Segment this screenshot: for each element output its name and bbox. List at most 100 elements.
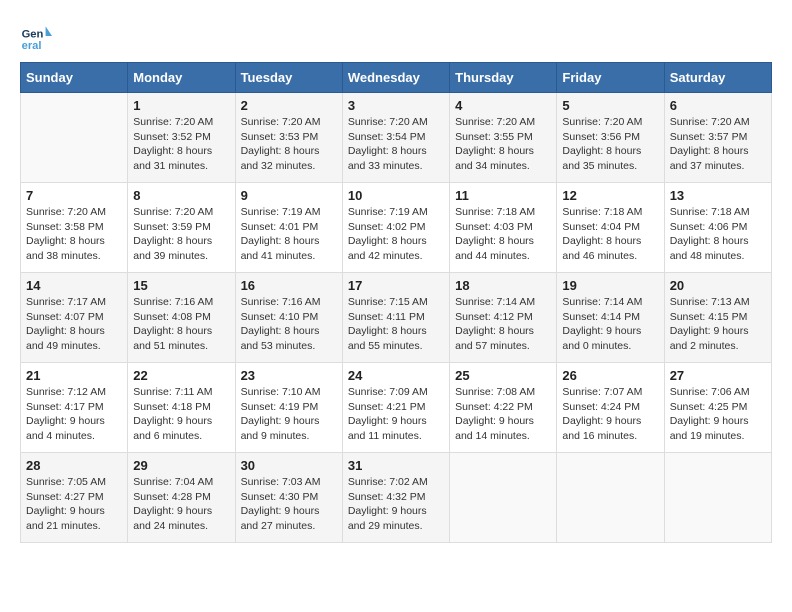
calendar-week-row: 28Sunrise: 7:05 AM Sunset: 4:27 PM Dayli…: [21, 453, 772, 543]
day-info: Sunrise: 7:20 AM Sunset: 3:57 PM Dayligh…: [670, 115, 766, 174]
day-info: Sunrise: 7:07 AM Sunset: 4:24 PM Dayligh…: [562, 385, 658, 444]
weekday-header-tuesday: Tuesday: [235, 63, 342, 93]
day-number: 30: [241, 458, 337, 473]
calendar-cell: 29Sunrise: 7:04 AM Sunset: 4:28 PM Dayli…: [128, 453, 235, 543]
day-number: 15: [133, 278, 229, 293]
day-number: 17: [348, 278, 444, 293]
calendar-week-row: 21 Sunrise: 7:12 AM Sunset: 4:17 PM Dayli…: [21, 363, 772, 453]
day-info: Sunrise: 7:12 AM Sunset: 4:17 PM Dayligh…: [26, 385, 122, 444]
calendar-cell: 5 Sunrise: 7:20 AM Sunset: 3:56 PM Daylig…: [557, 93, 664, 183]
day-number: 14: [26, 278, 122, 293]
day-number: 16: [241, 278, 337, 293]
day-info: Sunrise: 7:20 AM Sunset: 3:56 PM Dayligh…: [562, 115, 658, 174]
calendar-cell: 31 Sunrise: 7:02 AM Sunset: 4:32 PM Dayli…: [342, 453, 449, 543]
calendar-cell: 8 Sunrise: 7:20 AM Sunset: 3:59 PM Daylig…: [128, 183, 235, 273]
day-info: Sunrise: 7:19 AM Sunset: 4:02 PM Dayligh…: [348, 205, 444, 264]
logo: Gen eral: [20, 20, 54, 52]
day-number: 23: [241, 368, 337, 383]
day-info: Sunrise: 7:20 AM Sunset: 3:58 PM Dayligh…: [26, 205, 122, 264]
calendar-cell: 25 Sunrise: 7:08 AM Sunset: 4:22 PM Dayli…: [450, 363, 557, 453]
day-info: Sunrise: 7:02 AM Sunset: 4:32 PM Dayligh…: [348, 475, 444, 534]
day-number: 1: [133, 98, 229, 113]
day-number: 21: [26, 368, 122, 383]
calendar-cell: 1 Sunrise: 7:20 AM Sunset: 3:52 PM Daylig…: [128, 93, 235, 183]
day-number: 8: [133, 188, 229, 203]
weekday-header-saturday: Saturday: [664, 63, 771, 93]
calendar-cell: 16 Sunrise: 7:16 AM Sunset: 4:10 PM Dayli…: [235, 273, 342, 363]
calendar-cell: 11 Sunrise: 7:18 AM Sunset: 4:03 PM Dayli…: [450, 183, 557, 273]
day-info: Sunrise: 7:08 AM Sunset: 4:22 PM Dayligh…: [455, 385, 551, 444]
calendar-cell: 12 Sunrise: 7:18 AM Sunset: 4:04 PM Dayli…: [557, 183, 664, 273]
svg-text:Gen: Gen: [22, 29, 44, 41]
day-number: 10: [348, 188, 444, 203]
day-info: Sunrise: 7:18 AM Sunset: 4:03 PM Dayligh…: [455, 205, 551, 264]
day-number: 12: [562, 188, 658, 203]
calendar-cell: 24Sunrise: 7:09 AM Sunset: 4:21 PM Dayli…: [342, 363, 449, 453]
weekday-header-row: SundayMondayTuesdayWednesdayThursdayFrid…: [21, 63, 772, 93]
day-number: 31: [348, 458, 444, 473]
day-info: Sunrise: 7:20 AM Sunset: 3:55 PM Dayligh…: [455, 115, 551, 174]
calendar-cell: 17 Sunrise: 7:15 AM Sunset: 4:11 PM Dayli…: [342, 273, 449, 363]
day-info: Sunrise: 7:10 AM Sunset: 4:19 PM Dayligh…: [241, 385, 337, 444]
day-info: Sunrise: 7:06 AM Sunset: 4:25 PM Dayligh…: [670, 385, 766, 444]
calendar-cell: 19Sunrise: 7:14 AM Sunset: 4:14 PM Dayli…: [557, 273, 664, 363]
weekday-header-friday: Friday: [557, 63, 664, 93]
calendar-cell: [450, 453, 557, 543]
calendar-cell: 27Sunrise: 7:06 AM Sunset: 4:25 PM Dayli…: [664, 363, 771, 453]
calendar-cell: 9 Sunrise: 7:19 AM Sunset: 4:01 PM Daylig…: [235, 183, 342, 273]
calendar-cell: 21 Sunrise: 7:12 AM Sunset: 4:17 PM Dayli…: [21, 363, 128, 453]
day-info: Sunrise: 7:20 AM Sunset: 3:52 PM Dayligh…: [133, 115, 229, 174]
calendar-cell: 6Sunrise: 7:20 AM Sunset: 3:57 PM Daylig…: [664, 93, 771, 183]
day-number: 25: [455, 368, 551, 383]
logo-icon: Gen eral: [20, 20, 52, 52]
day-info: Sunrise: 7:15 AM Sunset: 4:11 PM Dayligh…: [348, 295, 444, 354]
day-number: 4: [455, 98, 551, 113]
calendar-cell: 10 Sunrise: 7:19 AM Sunset: 4:02 PM Dayli…: [342, 183, 449, 273]
svg-text:eral: eral: [22, 40, 42, 52]
day-info: Sunrise: 7:11 AM Sunset: 4:18 PM Dayligh…: [133, 385, 229, 444]
day-info: Sunrise: 7:16 AM Sunset: 4:10 PM Dayligh…: [241, 295, 337, 354]
calendar-week-row: 1 Sunrise: 7:20 AM Sunset: 3:52 PM Daylig…: [21, 93, 772, 183]
weekday-header-thursday: Thursday: [450, 63, 557, 93]
day-number: 28: [26, 458, 122, 473]
day-info: Sunrise: 7:20 AM Sunset: 3:53 PM Dayligh…: [241, 115, 337, 174]
day-number: 9: [241, 188, 337, 203]
day-info: Sunrise: 7:17 AM Sunset: 4:07 PM Dayligh…: [26, 295, 122, 354]
day-info: Sunrise: 7:16 AM Sunset: 4:08 PM Dayligh…: [133, 295, 229, 354]
calendar-cell: [557, 453, 664, 543]
day-number: 2: [241, 98, 337, 113]
day-info: Sunrise: 7:19 AM Sunset: 4:01 PM Dayligh…: [241, 205, 337, 264]
day-info: Sunrise: 7:04 AM Sunset: 4:28 PM Dayligh…: [133, 475, 229, 534]
weekday-header-sunday: Sunday: [21, 63, 128, 93]
day-number: 5: [562, 98, 658, 113]
calendar-cell: 3Sunrise: 7:20 AM Sunset: 3:54 PM Daylig…: [342, 93, 449, 183]
calendar-cell: 23 Sunrise: 7:10 AM Sunset: 4:19 PM Dayli…: [235, 363, 342, 453]
day-info: Sunrise: 7:09 AM Sunset: 4:21 PM Dayligh…: [348, 385, 444, 444]
day-number: 22: [133, 368, 229, 383]
calendar-cell: [664, 453, 771, 543]
day-number: 11: [455, 188, 551, 203]
day-info: Sunrise: 7:14 AM Sunset: 4:12 PM Dayligh…: [455, 295, 551, 354]
day-number: 26: [562, 368, 658, 383]
day-number: 3: [348, 98, 444, 113]
calendar-cell: 26 Sunrise: 7:07 AM Sunset: 4:24 PM Dayli…: [557, 363, 664, 453]
calendar-week-row: 7Sunrise: 7:20 AM Sunset: 3:58 PM Daylig…: [21, 183, 772, 273]
day-number: 20: [670, 278, 766, 293]
calendar-cell: 20 Sunrise: 7:13 AM Sunset: 4:15 PM Dayli…: [664, 273, 771, 363]
day-info: Sunrise: 7:18 AM Sunset: 4:06 PM Dayligh…: [670, 205, 766, 264]
page-header: Gen eral: [20, 20, 772, 52]
day-info: Sunrise: 7:14 AM Sunset: 4:14 PM Dayligh…: [562, 295, 658, 354]
day-info: Sunrise: 7:13 AM Sunset: 4:15 PM Dayligh…: [670, 295, 766, 354]
calendar-cell: 15 Sunrise: 7:16 AM Sunset: 4:08 PM Dayli…: [128, 273, 235, 363]
calendar-cell: 30 Sunrise: 7:03 AM Sunset: 4:30 PM Dayli…: [235, 453, 342, 543]
calendar-cell: 2 Sunrise: 7:20 AM Sunset: 3:53 PM Daylig…: [235, 93, 342, 183]
day-info: Sunrise: 7:18 AM Sunset: 4:04 PM Dayligh…: [562, 205, 658, 264]
calendar-cell: 13 Sunrise: 7:18 AM Sunset: 4:06 PM Dayli…: [664, 183, 771, 273]
day-number: 18: [455, 278, 551, 293]
day-number: 13: [670, 188, 766, 203]
day-info: Sunrise: 7:03 AM Sunset: 4:30 PM Dayligh…: [241, 475, 337, 534]
calendar-table: SundayMondayTuesdayWednesdayThursdayFrid…: [20, 62, 772, 543]
day-info: Sunrise: 7:20 AM Sunset: 3:59 PM Dayligh…: [133, 205, 229, 264]
calendar-cell: 14 Sunrise: 7:17 AM Sunset: 4:07 PM Dayli…: [21, 273, 128, 363]
calendar-cell: 7Sunrise: 7:20 AM Sunset: 3:58 PM Daylig…: [21, 183, 128, 273]
